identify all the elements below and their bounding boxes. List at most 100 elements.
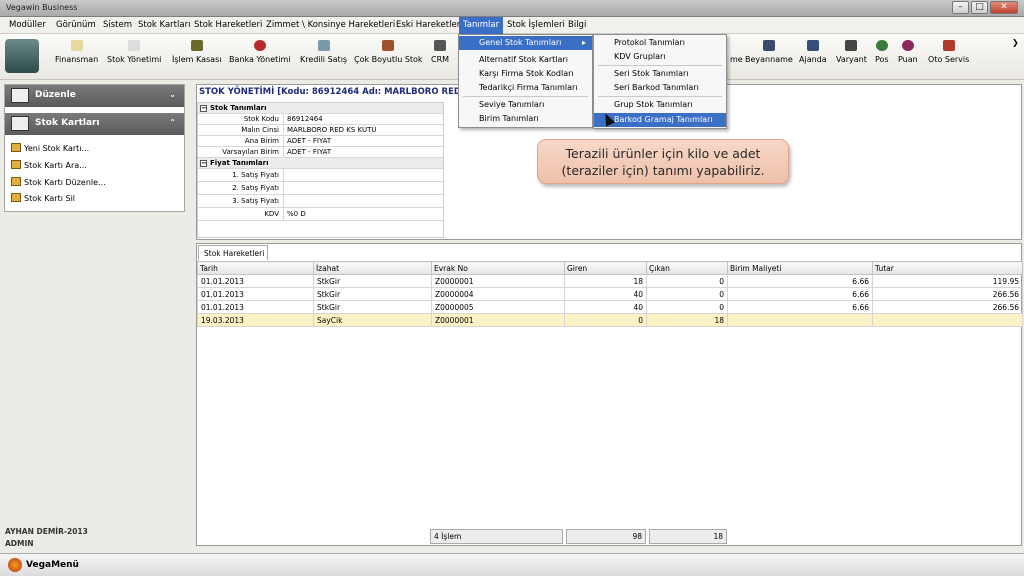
menu-item-tedarikci[interactable]: Tedarikçi Firma Tanımları [459, 81, 578, 95]
prop-row[interactable]: Stok Kodu 86912464 [198, 114, 443, 125]
toolbar-oto-servis[interactable]: Oto Servis [928, 40, 969, 64]
user-role: ADMIN [5, 539, 34, 548]
sidebar-header-duzenle[interactable]: Düzenle ⌄ [5, 85, 184, 107]
toolbar-crm[interactable]: CRM [431, 40, 449, 64]
chevron-down-icon[interactable]: ⌄ [169, 90, 176, 99]
menu-gorunum[interactable]: Görünüm [56, 20, 96, 30]
tab-stok-hareketleri[interactable]: Stok Hareketleri [198, 245, 268, 260]
menu-item-seri-barkod[interactable]: Seri Barkod Tanımları [594, 81, 699, 95]
footer-cikan-total: 18 [649, 529, 727, 544]
bank-icon [253, 40, 266, 51]
table-row[interactable]: 01.01.2013 StkGir Z0000001 18 0 6.66 119.95 [197, 274, 1023, 288]
col-birim-maliyeti[interactable]: Birim Maliyeti [727, 261, 873, 275]
menu-separator [598, 65, 722, 66]
pos-icon [875, 40, 888, 51]
collapse-icon[interactable]: − [200, 105, 207, 112]
multi-stock-icon [382, 40, 395, 51]
maximize-button[interactable]: □ [971, 1, 988, 14]
collapse-icon[interactable]: − [200, 160, 207, 167]
menu-item-protokol[interactable]: Protokol Tanımları [594, 36, 685, 50]
toolbar-pos[interactable]: Pos [875, 40, 889, 64]
finance-icon [70, 40, 83, 51]
col-cikan[interactable]: Çıkan [646, 261, 728, 275]
menu-stok-hareketleri[interactable]: Stok Hareketleri [194, 20, 262, 30]
edit-card-icon [11, 177, 21, 186]
col-tarih[interactable]: Tarih [197, 261, 314, 275]
toolbar-scroll-icon[interactable]: ❯ [1012, 38, 1019, 47]
menu-separator [598, 96, 722, 97]
prop-row[interactable]: Malın Cinsi MARLBORO RED KS KUTU [198, 125, 443, 136]
table-row[interactable]: 01.01.2013 StkGir Z0000004 40 0 6.66 266.56 [197, 287, 1023, 301]
sidebar-item-ara[interactable]: Stok Kartı Ara... [11, 160, 87, 170]
prop-row[interactable]: KDV %0 D [198, 208, 443, 221]
minimize-button[interactable]: – [952, 1, 969, 14]
user-info: AYHAN DEMİR-2013 ADMIN [5, 526, 88, 550]
menu-stok-islemleri[interactable]: Stok İşlemleri [507, 20, 565, 30]
table-row[interactable]: 01.01.2013 StkGir Z0000005 40 0 6.66 266.56 [197, 300, 1023, 314]
toolbar-finansman[interactable]: Finansman [55, 40, 98, 64]
sidebar-item-sil[interactable]: Stok Kartı Sil [11, 193, 75, 203]
credit-sale-icon [317, 40, 330, 51]
menu-sistem[interactable]: Sistem [103, 20, 132, 30]
toolbar-kredili-satis[interactable]: Kredili Satış [300, 40, 347, 64]
menu-item-alternatif[interactable]: Alternatif Stok Kartları [459, 53, 568, 67]
menu-moduller[interactable]: Modüller [9, 20, 46, 30]
prop-row[interactable]: 1. Satış Fiyatı [198, 169, 443, 182]
menu-stok-kartlari[interactable]: Stok Kartları [138, 20, 190, 30]
property-grid: − Stok Tanımları Stok Kodu 86912464 Malın … [197, 102, 444, 238]
prop-row[interactable]: Ana Birim ADET - FIYAT [198, 136, 443, 147]
menu-item-genel-stok[interactable]: Genel Stok Tanımları ▸ [459, 36, 592, 50]
edit-icon [11, 88, 29, 103]
menu-item-seri-stok[interactable]: Seri Stok Tanımları [594, 67, 689, 81]
toolbar-ajanda[interactable]: Ajanda [799, 40, 827, 64]
chevron-up-icon[interactable]: ⌃ [169, 118, 176, 127]
menu-item-grup-stok[interactable]: Grup Stok Tanımları [594, 98, 693, 112]
menu-separator [463, 96, 588, 97]
col-evrak-no[interactable]: Evrak No [431, 261, 565, 275]
footer-count: 4 İşlem [430, 529, 563, 544]
menu-eski-hareketler[interactable]: Eski Hareketler [396, 20, 460, 30]
section-fiyat-tanimlari[interactable]: − Fiyat Tanımları [198, 158, 443, 169]
toolbar-stok-yonetimi[interactable]: Stok Yönetimi [107, 40, 161, 64]
sidebar-item-yeni[interactable]: Yeni Stok Kartı... [11, 143, 89, 153]
app-logo-icon [5, 39, 39, 73]
menu-item-kdv-gruplari[interactable]: KDV Grupları [594, 50, 666, 64]
menu-tanimlar[interactable]: Tanımlar [459, 17, 504, 34]
sidebar-item-duzenle[interactable]: Stok Kartı Düzenle... [11, 177, 106, 187]
vega-menu-button[interactable]: VegaMenü [26, 560, 79, 570]
car-service-icon [942, 40, 955, 51]
footer-giren-total: 98 [566, 529, 646, 544]
prop-row[interactable]: 2. Satış Fiyatı [198, 182, 443, 195]
col-tutar[interactable]: Tutar [872, 261, 1023, 275]
table-header-row: Tarih İzahat Evrak No Giren Çıkan Birim … [197, 261, 1023, 275]
menu-bilgi[interactable]: Bilgi [568, 20, 586, 30]
grid-footer: 4 İşlem 98 18 [196, 529, 1022, 544]
toolbar-banka[interactable]: Banka Yönetimi [229, 40, 290, 64]
crm-icon [434, 40, 447, 51]
col-izahat[interactable]: İzahat [313, 261, 432, 275]
toolbar-varyant[interactable]: Varyant [836, 40, 867, 64]
toolbar-puan[interactable]: Puan [898, 40, 918, 64]
vega-logo-icon [8, 558, 22, 572]
menu-item-seviye[interactable]: Seviye Tanımları [459, 98, 544, 112]
section-stok-tanimlari[interactable]: − Stok Tanımları [198, 103, 443, 114]
table-row-selected[interactable]: 19.03.2013 SayCik Z0000001 0 18 [197, 313, 1023, 327]
menu-zimmet[interactable]: Zimmet \ Konsinye Hareketleri [266, 20, 395, 30]
toolbar-partial[interactable]: me [730, 40, 743, 64]
sidebar-header-stok-kartlari[interactable]: Stok Kartları ⌃ [5, 113, 184, 135]
points-icon [901, 40, 914, 51]
menu-item-birim[interactable]: Birim Tanımları [459, 112, 539, 126]
close-button[interactable]: ✕ [990, 1, 1018, 14]
toolbar-islem-kasasi[interactable]: İşlem Kasası [172, 40, 221, 64]
sidebar: Düzenle ⌄ Stok Kartları ⌃ Yeni Stok Kart… [4, 84, 185, 212]
status-bar: VegaMenü [0, 553, 1024, 576]
window-title: Vegawin Business [6, 3, 78, 12]
col-giren[interactable]: Giren [564, 261, 647, 275]
prop-row[interactable]: 3. Satış Fiyatı [198, 195, 443, 208]
toolbar-beyanname[interactable]: Beyanname [745, 40, 793, 64]
new-card-icon [11, 143, 21, 152]
menu-item-karsi-firma[interactable]: Karşı Firma Stok Kodları [459, 67, 574, 81]
genel-stok-submenu: Protokol Tanımları KDV Grupları Seri Sto… [593, 34, 727, 129]
toolbar-cok-boyutlu-stok[interactable]: Çok Boyutlu Stok [354, 40, 423, 64]
prop-row[interactable]: Varsayılan Birim ADET - FIYAT [198, 147, 443, 158]
